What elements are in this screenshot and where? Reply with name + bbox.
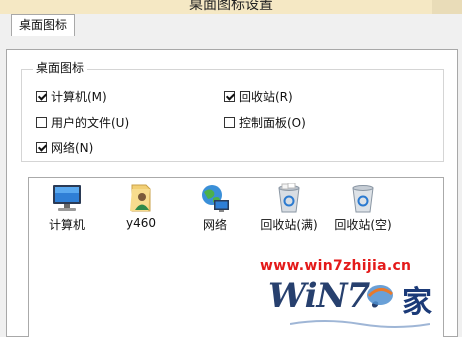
checkbox-recycle-bin[interactable]: 回收站(R)	[224, 88, 293, 105]
watermark-logo-text: WiN7.	[268, 276, 381, 316]
network-icon	[202, 185, 229, 212]
checkbox-box[interactable]	[224, 117, 235, 128]
checkbox-box[interactable]	[36, 142, 47, 153]
icon-item-network[interactable]: 网络	[179, 178, 251, 238]
icon-label: y460	[125, 216, 156, 230]
checkbox-label: 控制面板(O)	[239, 116, 306, 130]
checkbox-label: 回收站(R)	[239, 90, 293, 104]
icon-label: 网络	[202, 218, 227, 232]
checkbox-box[interactable]	[36, 91, 47, 102]
checkbox-label: 网络(N)	[51, 141, 94, 155]
checkbox-user-files[interactable]: 用户的文件(U)	[36, 114, 129, 131]
icon-label: 回收站(空)	[334, 218, 392, 232]
watermark-logo-char: 家	[402, 285, 432, 320]
checkbox-box[interactable]	[36, 117, 47, 128]
close-button[interactable]	[432, 0, 462, 14]
watermark-url: www.win7zhijia.cn	[260, 258, 412, 274]
checkbox-computer[interactable]: 计算机(M)	[36, 88, 107, 105]
icon-item-recycle-bin-empty[interactable]: 回收站(空)	[327, 178, 399, 238]
tab-desktop-icons[interactable]: 桌面图标	[11, 14, 75, 36]
window-title: 桌面图标设置	[189, 0, 273, 13]
computer-icon	[53, 185, 81, 211]
watermark-decoration	[290, 320, 430, 328]
recycle-bin-full-icon	[278, 183, 300, 213]
checkbox-network[interactable]: 网络(N)	[36, 139, 93, 156]
checkbox-control-panel[interactable]: 控制面板(O)	[224, 114, 306, 131]
group-legend: 桌面图标	[33, 61, 88, 75]
icon-label: 回收站(满)	[260, 218, 318, 232]
icon-label: 计算机	[48, 218, 85, 232]
icon-item-computer[interactable]: 计算机	[31, 178, 103, 238]
recycle-bin-empty-icon	[352, 185, 374, 213]
checkbox-label: 计算机(M)	[51, 90, 107, 104]
watermark-swirl-icon	[367, 285, 393, 305]
icon-list[interactable]: 计算机 y460 网络 回收站(满) 回收站(空)	[28, 177, 444, 337]
user-folder-icon	[130, 184, 151, 212]
title-bar: 桌面图标设置	[0, 0, 462, 14]
icon-item-user-folder[interactable]: y460	[105, 178, 177, 238]
checkbox-label: 用户的文件(U)	[51, 116, 130, 130]
checkbox-box[interactable]	[224, 91, 235, 102]
icon-item-recycle-bin-full[interactable]: 回收站(满)	[253, 178, 325, 238]
